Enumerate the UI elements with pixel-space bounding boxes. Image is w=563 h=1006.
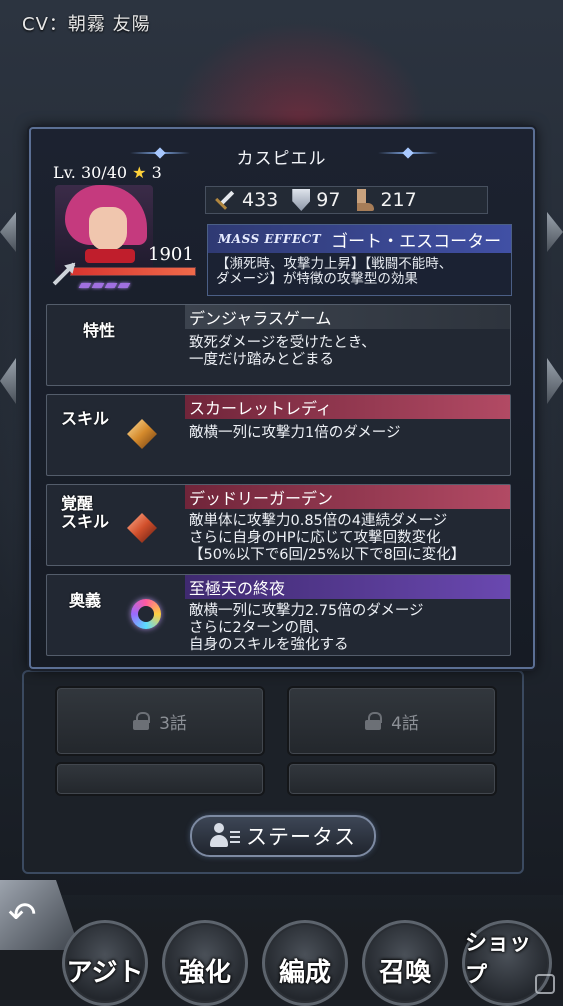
- hp-value: 1901: [148, 244, 194, 265]
- skill-description: 敵横一列に攻撃力1倍のダメージ: [189, 425, 401, 441]
- watermark-logo: [535, 974, 555, 994]
- mass-effect-description: 【瀕死時、攻撃力上昇】【戦闘不能時、 ダメージ】が特徴の攻撃型の効果: [216, 256, 453, 287]
- nav-formation-label: 編成: [278, 958, 331, 988]
- chapter-4-button[interactable]: 4話: [287, 686, 497, 756]
- skill-name: スカーレットレディ: [185, 395, 510, 419]
- star-icon: ★: [132, 163, 147, 182]
- nav-hideout-label: アジト: [66, 958, 144, 988]
- mass-effect-name: ゴート・エスコーター: [331, 231, 502, 252]
- attack-value: 433: [242, 189, 279, 211]
- awaken-skill-label: 覚醒 スキル: [61, 494, 110, 531]
- status-button[interactable]: ステータス: [190, 815, 376, 857]
- mass-effect-box: MASS EFFECT ゴート・エスコーター 【瀕死時、攻撃力上昇】【戦闘不能時…: [207, 224, 512, 296]
- awaken-skill-name: デッドリーガーデン: [185, 485, 510, 509]
- ougi-row: 至極天の終夜 奥義 敵横一列に攻撃力2.75倍のダメージ さらに2ターンの間、 …: [46, 574, 511, 656]
- skill-gauge: [78, 283, 131, 288]
- status-button-label: ステータス: [246, 825, 356, 849]
- skill-row: スカーレットレディ スキル 敵横一列に攻撃力1倍のダメージ: [46, 394, 511, 476]
- level-text: Lv. 30/40: [53, 163, 128, 182]
- awaken-skill-row: デッドリーガーデン 覚醒 スキル 敵単体に攻撃力0.85倍の4連続ダメージ さら…: [46, 484, 511, 566]
- gauge-segment: [104, 283, 118, 288]
- nav-hideout-button[interactable]: アジト: [62, 920, 148, 1006]
- shield-icon: [292, 189, 311, 211]
- trait-label: 特性: [83, 321, 116, 340]
- boot-icon: [354, 189, 375, 211]
- skill-label: スキル: [61, 409, 110, 428]
- rarity-value: 3: [151, 163, 162, 182]
- awaken-skill-description: 敵単体に攻撃力0.85倍の4連続ダメージ さらに自身のHPに応じて攻撃回数変化 …: [189, 513, 466, 563]
- ougi-label: 奥義: [69, 591, 102, 610]
- hp-bar: [70, 267, 196, 276]
- trait-name: デンジャラスゲーム: [185, 305, 510, 329]
- speed-value: 217: [380, 189, 417, 211]
- skill-gem-icon: [127, 419, 157, 449]
- nav-enhance-button[interactable]: 強化: [162, 920, 248, 1006]
- lock-icon: [133, 712, 151, 730]
- level-display: Lv. 30/40 ★ 3: [53, 163, 162, 182]
- awaken-gem-icon: [127, 513, 157, 543]
- ougi-name: 至極天の終夜: [185, 575, 510, 599]
- lock-icon: [365, 712, 383, 730]
- nav-summon-button[interactable]: 召喚: [362, 920, 448, 1006]
- ougi-description: 敵横一列に攻撃力2.75倍のダメージ さらに2ターンの間、 自身のスキルを強化す…: [189, 603, 424, 653]
- mass-effect-label: MASS EFFECT: [218, 232, 322, 246]
- sword-icon: [209, 184, 240, 215]
- chapter-3-button[interactable]: 3話: [55, 686, 265, 756]
- nav-formation-button[interactable]: 編成: [262, 920, 348, 1006]
- nav-enhance-label: 強化: [178, 958, 231, 988]
- gauge-segment: [117, 283, 131, 288]
- voice-actor-credit: CV：朝霧 友陽: [22, 14, 151, 35]
- stats-bar: 433 97 217: [205, 186, 488, 214]
- chapter-6-button[interactable]: [287, 762, 497, 796]
- chapter-3-label: 3話: [159, 713, 187, 734]
- defense-value: 97: [316, 189, 341, 211]
- ougi-orb-icon: [131, 599, 161, 629]
- profile-icon: [210, 823, 240, 849]
- gauge-segment: [78, 283, 92, 288]
- gauge-segment: [91, 283, 105, 288]
- chapter-4-label: 4話: [391, 713, 419, 734]
- trait-description: 致死ダメージを受けたとき、 一度だけ踏みとどまる: [189, 335, 376, 368]
- trait-row: デンジャラスゲーム 特性 致死ダメージを受けたとき、 一度だけ踏みとどまる: [46, 304, 511, 386]
- nav-summon-label: 召喚: [378, 958, 431, 988]
- chapter-5-button[interactable]: [55, 762, 265, 796]
- back-arrow-icon: ↶: [8, 895, 37, 935]
